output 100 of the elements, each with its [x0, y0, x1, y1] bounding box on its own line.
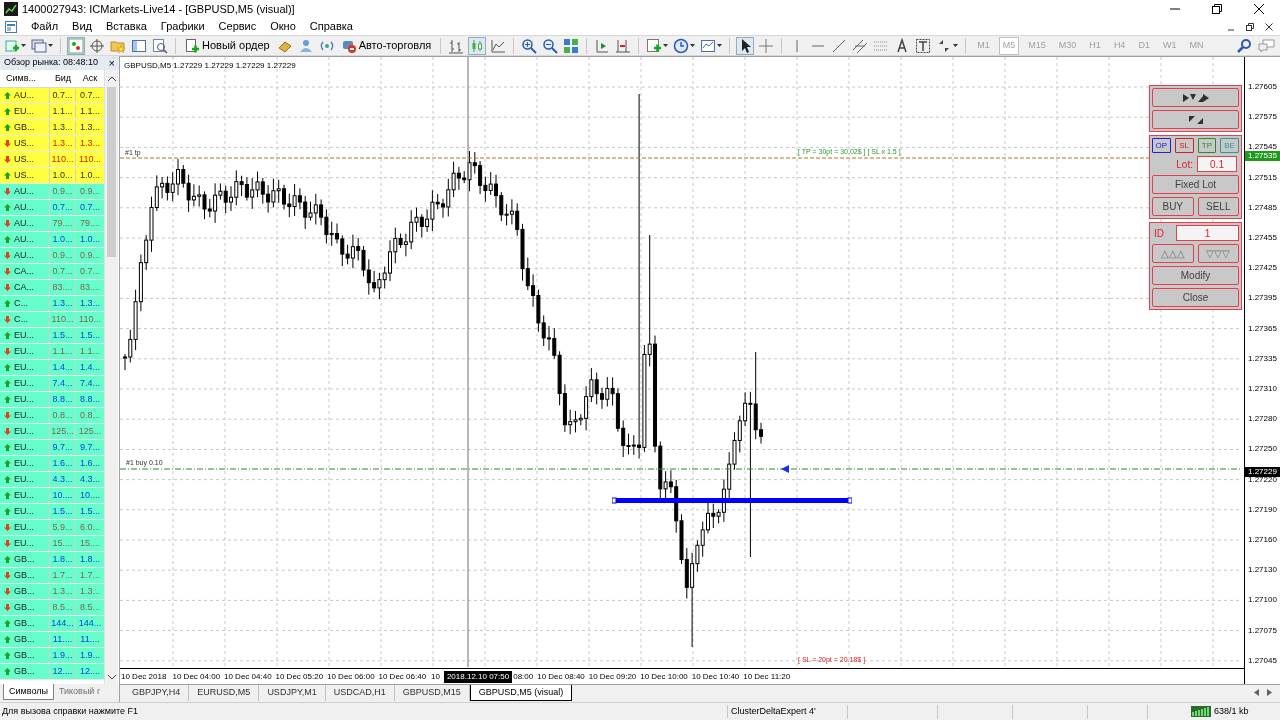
auto-scroll-icon[interactable] [594, 37, 611, 54]
scroll-right-icon[interactable] [1267, 689, 1272, 696]
trend-line-icon[interactable] [831, 37, 848, 54]
market-row[interactable]: EU... 4.3... 4.3... [0, 472, 104, 488]
mode-button[interactable]: OP [1152, 138, 1171, 153]
market-row[interactable]: EU... 5.9... 6.0... [0, 520, 104, 536]
sell-button[interactable]: SELL [1197, 197, 1239, 216]
market-row[interactable]: CA... 0.7... 0.7... [0, 264, 104, 280]
market-row[interactable]: GB... 1.7... 1.7... [0, 568, 104, 584]
line-chart-icon[interactable] [490, 37, 507, 54]
caret-icon[interactable] [663, 44, 669, 47]
caret-icon[interactable] [953, 44, 959, 47]
chart-tab[interactable]: USDJPY,M1 [259, 685, 326, 701]
caret-icon[interactable] [21, 44, 26, 47]
menu-item[interactable]: Сервис [211, 18, 264, 35]
menu-item[interactable]: Окно [263, 18, 303, 35]
column-header[interactable]: Бид [50, 71, 76, 86]
crosshair-icon[interactable] [89, 37, 105, 54]
auto-trading-button[interactable]: Авто-торговля [339, 36, 434, 55]
caret-icon[interactable] [48, 44, 53, 47]
close-icon[interactable] [1254, 4, 1264, 14]
zoom-in-icon[interactable] [521, 37, 538, 54]
market-row[interactable]: EU... 1.5... 1.5... [0, 504, 104, 520]
terminal-icon[interactable] [131, 37, 147, 54]
cursor-icon[interactable] [737, 37, 754, 54]
close-icon[interactable] [1265, 22, 1273, 31]
market-row[interactable]: GB... 1.3... 1.3... [0, 584, 104, 600]
lot-field[interactable]: 0.1 [1197, 156, 1237, 172]
playback-button[interactable] [1152, 88, 1239, 107]
market-row[interactable]: AU... 79.... 79.... [0, 216, 104, 232]
market-row[interactable]: US... 1.3... 1.3... [0, 136, 104, 152]
search-icon[interactable] [1237, 37, 1253, 54]
market-watch-icon[interactable] [68, 37, 84, 54]
indicators-icon[interactable] [646, 37, 663, 54]
market-row[interactable]: C... 110... 110... [0, 312, 104, 328]
market-row[interactable]: AU... 0.9... 0.9... [0, 248, 104, 264]
fixed-lot-button[interactable]: Fixed Lot [1152, 175, 1239, 194]
market-row[interactable]: EU... 9.7... 9.7... [0, 440, 104, 456]
market-row[interactable]: EU... 10.... 10.... [0, 488, 104, 504]
scroll-up-icon[interactable] [107, 76, 116, 81]
scroll-left-icon[interactable] [1254, 689, 1259, 696]
menu-item[interactable]: Справка [302, 18, 360, 35]
market-row[interactable]: GB... 1.8... 1.8... [0, 552, 104, 568]
chart-shift-icon[interactable] [615, 37, 632, 54]
window-icon[interactable] [5, 20, 17, 33]
market-row[interactable]: GB... 1.3... 1.3... [0, 120, 104, 136]
market-row[interactable]: CA... 83.... 83.... [0, 280, 104, 296]
tile-windows-icon[interactable] [563, 37, 580, 54]
market-row[interactable]: EU... 1.4... 1.4... [0, 360, 104, 376]
maximize-icon[interactable] [1212, 4, 1222, 14]
modify-button[interactable]: Modify [1152, 266, 1239, 285]
scrollbar-thumb[interactable] [107, 87, 116, 257]
market-row[interactable]: EU... 125... 125... [0, 424, 104, 440]
panel-tab[interactable]: Символы [3, 684, 54, 700]
close-icon[interactable]: × [108, 57, 119, 69]
panel-tab[interactable]: Тиковый г [53, 684, 106, 700]
buy-button[interactable]: BUY [1152, 197, 1194, 216]
caret-icon[interactable] [717, 44, 723, 47]
chart-tab[interactable]: GBPUSD,M15 [394, 685, 470, 701]
market-row[interactable]: AU... 0.7... 0.7... [0, 200, 104, 216]
market-row[interactable]: AU... 0.9... 0.9... [0, 184, 104, 200]
restore-icon[interactable] [1246, 22, 1254, 31]
chart-tab[interactable]: USDCAD,H1 [325, 685, 395, 701]
market-row[interactable]: EU... 0.8... 0.8... [0, 408, 104, 424]
market-row[interactable]: EU... 7.4... 7.4... [0, 376, 104, 392]
column-header[interactable]: Симв... [0, 71, 50, 86]
id-field[interactable]: 1 [1176, 225, 1239, 241]
market-row[interactable]: GB... 12.... 12.... [0, 664, 104, 680]
market-row[interactable]: EU... 1.6... 1.6... [0, 456, 104, 472]
market-row[interactable]: GB... 11.... 11.... [0, 632, 104, 648]
market-row[interactable]: GB... 1.9... 1.9... [0, 648, 104, 664]
menu-item[interactable]: Графики [153, 18, 212, 35]
bar-chart-icon[interactable] [448, 37, 465, 54]
users-icon[interactable] [297, 37, 314, 54]
market-row[interactable]: AU... 0.7... 0.7... [0, 88, 104, 104]
market-row[interactable]: US... 110... 110... [0, 152, 104, 168]
new-order-button[interactable]: Новый ордер [183, 36, 272, 55]
clock-icon[interactable] [673, 37, 690, 54]
menu-item[interactable]: Файл [24, 18, 66, 35]
chart-tab[interactable]: GBPUSD,M5 (visual) [469, 685, 573, 701]
market-row[interactable]: EU... 1.1... 1.1... [0, 104, 104, 120]
scroll-down-icon[interactable] [107, 675, 116, 680]
market-row[interactable]: GB... 8.5... 8.5... [0, 600, 104, 616]
chart-tab[interactable]: EURUSD,M5 [189, 685, 260, 701]
chart-tab[interactable]: GBPJPY,H4 [124, 685, 190, 701]
zoom-out-icon[interactable] [542, 37, 559, 54]
tester-icon[interactable] [152, 37, 168, 54]
templates-icon[interactable] [700, 37, 717, 54]
market-row[interactable]: C... 1.3... 1.3... [0, 296, 104, 312]
market-row[interactable]: EU... 15.... 15.... [0, 536, 104, 552]
column-header[interactable]: Аск [76, 71, 104, 86]
market-row[interactable]: EU... 1.1... 1.1... [0, 344, 104, 360]
close-order-button[interactable]: Close [1152, 288, 1239, 307]
market-row[interactable]: EU... 8.8... 8.8... [0, 392, 104, 408]
market-row[interactable]: AU... 1.0... 1.0... [0, 232, 104, 248]
menu-item[interactable]: Вид [65, 18, 99, 35]
caret-icon[interactable] [690, 44, 696, 47]
market-row[interactable]: EU... 1.5... 1.5... [0, 328, 104, 344]
menu-item[interactable]: Вставка [98, 18, 154, 35]
market-row[interactable]: US... 1.0... 1.0... [0, 168, 104, 184]
